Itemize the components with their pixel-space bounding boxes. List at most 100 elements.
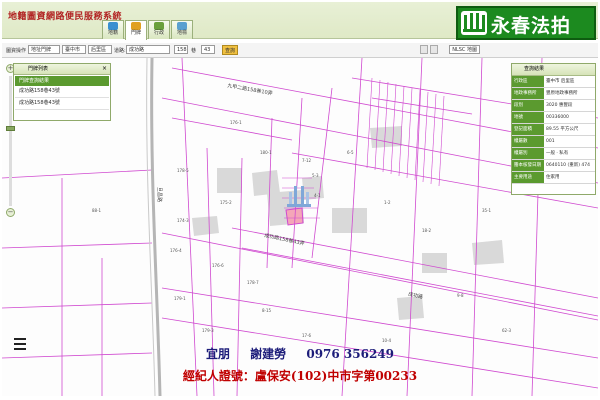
panel-header: 門牌列表 ×: [14, 64, 110, 75]
road-label: 道路:: [114, 48, 126, 54]
tab-landmark[interactable]: 地標: [171, 20, 193, 39]
license-text: 經紀人證號：盧保安(102)中市字第00233: [182, 369, 418, 383]
zoom-track[interactable]: [9, 76, 12, 206]
parcel-number: 6-5: [347, 150, 354, 155]
table-row: 登記面積 89.55 平方公尺: [512, 124, 595, 136]
agent-contact: 宜朋 謝建勞 0976 356249: [0, 345, 600, 362]
parcel-number: 35-1: [482, 208, 492, 213]
table-row: 行政區 臺中市 后里區: [512, 76, 595, 88]
brand-banner: 永春法拍: [456, 6, 596, 40]
print-icon[interactable]: [430, 45, 438, 54]
field-label: 權屬別: [512, 148, 544, 159]
field-label: 地政事務所: [512, 88, 544, 99]
field-value: 89.55 平方公尺: [546, 127, 579, 132]
tab-address[interactable]: 門牌: [125, 20, 147, 40]
app-header: 地籍圖資網路便民服務系統 地籍 門牌 行政 地標 永春法拍: [2, 2, 598, 40]
parcel-number: 1-2: [384, 200, 391, 205]
table-row: 段別 3020 惠豐段: [512, 100, 595, 112]
tab-label: 行政: [153, 30, 164, 36]
field-value: 一般 · 私有: [546, 151, 569, 156]
city-select[interactable]: 臺中市: [62, 45, 86, 54]
field-label: 行政區: [512, 76, 544, 87]
layer-icon[interactable]: [420, 45, 428, 54]
agent-person: 謝建勞: [250, 347, 287, 361]
number2-input[interactable]: 43: [201, 45, 215, 54]
address-list-panel: 門牌列表 × 門牌查詢結果 成功路158巷43號 成功路158巷43號: [13, 63, 111, 121]
parcel-number: 178-5: [177, 168, 189, 173]
mode-select[interactable]: 地址門牌: [28, 45, 60, 54]
parcel-number: 176-4: [170, 248, 182, 253]
location-marker-icon: [287, 186, 311, 207]
house-icon: [131, 22, 141, 30]
parcel-number: 88-1: [92, 208, 102, 213]
agent-phone: 0976 356249: [306, 347, 395, 361]
field-label: 權屬數: [512, 136, 544, 147]
field-value: 00336000: [546, 115, 569, 120]
tab-cadastral[interactable]: 地籍: [102, 20, 124, 39]
field-value: 3020 惠豐段: [546, 103, 573, 108]
brand-name: 永春法拍: [491, 15, 572, 37]
parcel-number: 8-15: [262, 308, 272, 313]
table-row: 地號 00336000: [512, 112, 595, 124]
parcel-number: 62-3: [502, 328, 512, 333]
tab-label: 地籍: [107, 30, 118, 36]
cadastral-icon: [108, 22, 118, 30]
field-value: 住家用: [546, 175, 560, 180]
list-item[interactable]: 成功路158巷43號: [15, 86, 109, 98]
parcel-number: 18-2: [422, 228, 432, 233]
brand-logo: [461, 11, 487, 35]
district-select[interactable]: 后里區: [88, 45, 112, 54]
field-value: 豐原地政事務所: [546, 91, 578, 96]
field-label: 地號: [512, 112, 544, 123]
query-result-panel: 查詢結果 行政區 臺中市 后里區 地政事務所 豐原地政事務所 段別 3020 惠豐段 …: [511, 63, 596, 195]
agent-company: 宜朋: [205, 347, 230, 361]
table-row: 地政事務所 豐原地政事務所: [512, 88, 595, 100]
field-label: 謄本核發日期: [512, 160, 544, 171]
tab-label: 地標: [176, 30, 187, 36]
road-input[interactable]: 成功路: [126, 45, 170, 54]
parcel-number: 10-4: [382, 338, 392, 343]
panel-header: 查詢結果: [512, 64, 595, 76]
table-row: 主要用途 住家用: [512, 172, 595, 184]
parcel-number: 178-7: [247, 280, 259, 285]
field-value: 臺中市 后里區: [546, 79, 575, 84]
field-label: 登記面積: [512, 124, 544, 135]
table-row: 謄本核發日期 0640110 (重新) 474: [512, 160, 595, 172]
zoom-thumb[interactable]: [6, 126, 15, 131]
number-input[interactable]: 158: [174, 45, 188, 54]
parcel-number: 176-1: [230, 120, 242, 125]
parcel-number: 176-6: [212, 263, 224, 268]
parcel-number: 180-1: [260, 150, 272, 155]
parcel-number: 179-3: [202, 328, 214, 333]
search-toolbar: 圖資操作 地址門牌 臺中市 后里區 道路: 成功路 158 巷 43 查詢 NL…: [2, 43, 598, 58]
close-icon[interactable]: ×: [102, 64, 107, 74]
search-button[interactable]: 查詢: [222, 45, 238, 55]
parcel-number: 175-2: [220, 200, 232, 205]
tab-label: 門牌: [130, 30, 141, 36]
table-row: 權屬數 001: [512, 136, 595, 148]
parcel-number: 174-3: [177, 218, 189, 223]
list-item[interactable]: 成功路158巷43號: [15, 98, 109, 110]
table-row: 權屬別 一般 · 私有: [512, 148, 595, 160]
brand-logo-mark: [463, 13, 485, 32]
tab-administrative[interactable]: 行政: [148, 20, 170, 39]
search-label: 圖資操作: [6, 48, 27, 54]
field-label: 主要用途: [512, 172, 544, 183]
landmark-icon: [177, 22, 187, 30]
result-heading: 門牌查詢結果: [15, 76, 109, 86]
panel-title: 查詢結果: [524, 66, 545, 72]
field-value: 001: [546, 139, 555, 144]
panel-title: 門牌列表: [28, 66, 49, 72]
parcel-number: 9-8: [457, 293, 464, 298]
parcel-number: 17-6: [302, 333, 312, 338]
field-label: 段別: [512, 100, 544, 111]
parcel-number: 179-1: [174, 296, 186, 301]
basemap-select[interactable]: NLSC 地圖: [449, 45, 480, 54]
region-icon: [154, 22, 164, 30]
field-value: 0640110 (重新) 474: [546, 163, 591, 168]
parcel-number: 7-12: [302, 158, 312, 163]
road-label: 旦昌路: [156, 186, 163, 203]
unit-label: 巷: [191, 48, 197, 54]
parcel-number: 5-3: [312, 173, 319, 178]
zoom-out-button[interactable]: −: [6, 208, 15, 217]
